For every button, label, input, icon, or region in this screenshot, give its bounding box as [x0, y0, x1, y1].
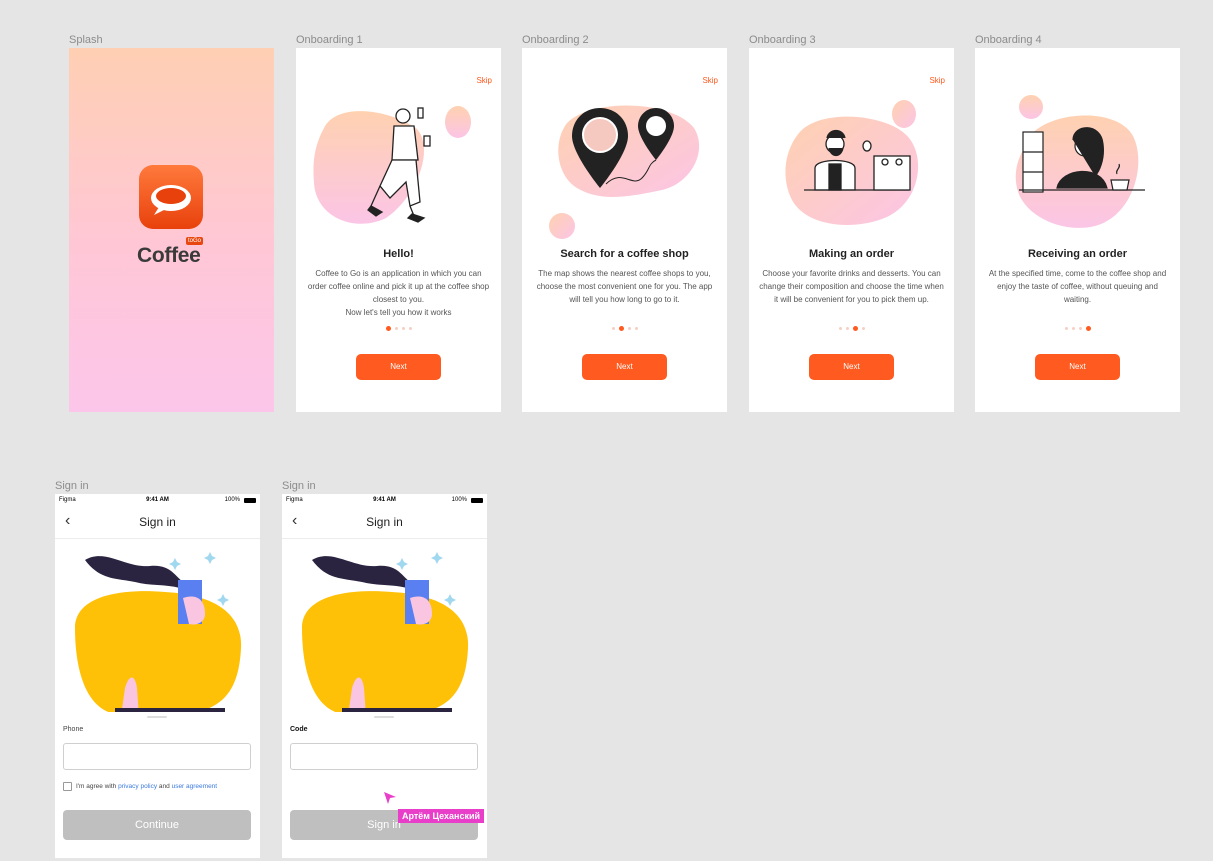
frame-label-onboarding-2: Onboarding 2	[522, 34, 589, 46]
page-dot	[1078, 327, 1082, 330]
page-title: Sign in	[139, 515, 176, 529]
barista-illustration	[785, 100, 919, 225]
skip-button[interactable]: Skip	[702, 76, 718, 85]
skip-button[interactable]: Skip	[929, 76, 945, 85]
page-dot	[634, 327, 638, 330]
page-dot	[861, 327, 865, 330]
page-dot	[845, 327, 849, 330]
page-dot	[1071, 327, 1075, 330]
privacy-policy-link[interactable]: privacy policy	[118, 783, 157, 790]
map-pins-illustration	[549, 105, 700, 239]
walking-man-illustration	[313, 106, 471, 224]
nav-bar: ‹ Sign in	[282, 506, 487, 539]
page-title: Sign in	[366, 515, 403, 529]
user-agreement-link[interactable]: user agreement	[172, 783, 218, 790]
battery-icon	[471, 498, 483, 503]
agreement-row: I'm agree with privacy policy and user a…	[63, 782, 217, 791]
frame-label-onboarding-3: Onboarding 3	[749, 34, 816, 46]
onboarding-2-screen: Skip Search for a coffee shop The map sh…	[522, 48, 727, 412]
frame-label-signin-2: Sign in	[282, 480, 316, 492]
onboarding-title: Making an order	[809, 248, 894, 260]
onboarding-description: At the specified time, come to the coffe…	[988, 269, 1167, 304]
agreement-checkbox[interactable]	[63, 782, 72, 791]
frame-label-onboarding-1: Onboarding 1	[296, 34, 363, 46]
onboarding-description: Coffee to Go is an application in which …	[307, 269, 490, 317]
next-button[interactable]: Next	[809, 354, 894, 380]
page-indicator	[749, 326, 954, 331]
phone-input[interactable]	[63, 743, 251, 770]
code-input[interactable]	[290, 743, 478, 770]
page-dot	[627, 327, 631, 330]
onboarding-title: Receiving an order	[1027, 248, 1128, 260]
onboarding-description: The map shows the nearest coffee shops t…	[536, 269, 713, 304]
status-bar: Figma 9:41 AM 100%	[55, 494, 260, 506]
logo-wordmark: Coffee	[137, 244, 201, 267]
page-indicator	[522, 326, 727, 331]
page-dot	[401, 327, 405, 330]
skip-button[interactable]: Skip	[476, 76, 492, 85]
phone-label: Phone	[63, 726, 84, 733]
frame-label-signin-1: Sign in	[55, 480, 89, 492]
signin-phone-screen: Figma 9:41 AM 100% ‹ Sign in Phone I'm a…	[55, 494, 260, 858]
onboarding-1-screen: Skip Hello! Coffee to Go is an applicati…	[296, 48, 501, 412]
woman-reading-illustration	[1015, 95, 1145, 228]
battery-icon	[244, 498, 256, 503]
coffee-logo-icon	[139, 165, 203, 229]
page-dot	[618, 326, 624, 331]
battery-percent: 100%	[451, 497, 467, 503]
frame-label-splash: Splash	[69, 34, 103, 46]
sheet-grabber[interactable]	[147, 716, 167, 718]
next-button[interactable]: Next	[582, 354, 667, 380]
frame-label-onboarding-4: Onboarding 4	[975, 34, 1042, 46]
battery-percent: 100%	[224, 497, 240, 503]
page-dot	[1064, 327, 1068, 330]
signin-form-sheet: Code Sign in	[282, 712, 487, 858]
onboarding-4-screen: Receiving an order At the specified time…	[975, 48, 1180, 412]
next-button[interactable]: Next	[356, 354, 441, 380]
collaborator-cursor-icon	[384, 792, 396, 804]
agree-prefix: I'm agree with	[76, 783, 117, 791]
collaborator-name-tag: Артём Цеханский	[398, 809, 485, 823]
status-bar: Figma 9:41 AM 100%	[282, 494, 487, 506]
next-button[interactable]: Next	[1035, 354, 1120, 380]
page-indicator	[296, 326, 501, 331]
splash-screen: toGo Coffee	[69, 48, 274, 412]
signin-form-sheet: Phone I'm agree with privacy policy and …	[55, 712, 260, 858]
woman-phone-illustration	[302, 552, 469, 718]
nav-bar: ‹ Sign in	[55, 506, 260, 539]
onboarding-title: Search for a coffee shop	[560, 248, 689, 260]
page-dot	[408, 327, 412, 330]
page-indicator	[975, 326, 1180, 331]
onboarding-3-screen: Skip Making an order Choose your favorit…	[749, 48, 954, 412]
continue-button[interactable]: Continue	[63, 810, 251, 840]
sheet-grabber[interactable]	[374, 716, 394, 718]
page-dot	[852, 326, 858, 331]
onboarding-title: Hello!	[383, 248, 414, 260]
onboarding-description: Choose your favorite drinks and desserts…	[759, 269, 944, 304]
page-dot	[1085, 326, 1091, 331]
woman-phone-illustration	[75, 552, 242, 718]
page-dot	[838, 327, 842, 330]
page-dot	[394, 327, 398, 330]
page-dot	[611, 327, 615, 330]
code-label: Code	[290, 726, 308, 733]
page-dot	[385, 326, 391, 331]
agree-and: and	[158, 783, 170, 791]
